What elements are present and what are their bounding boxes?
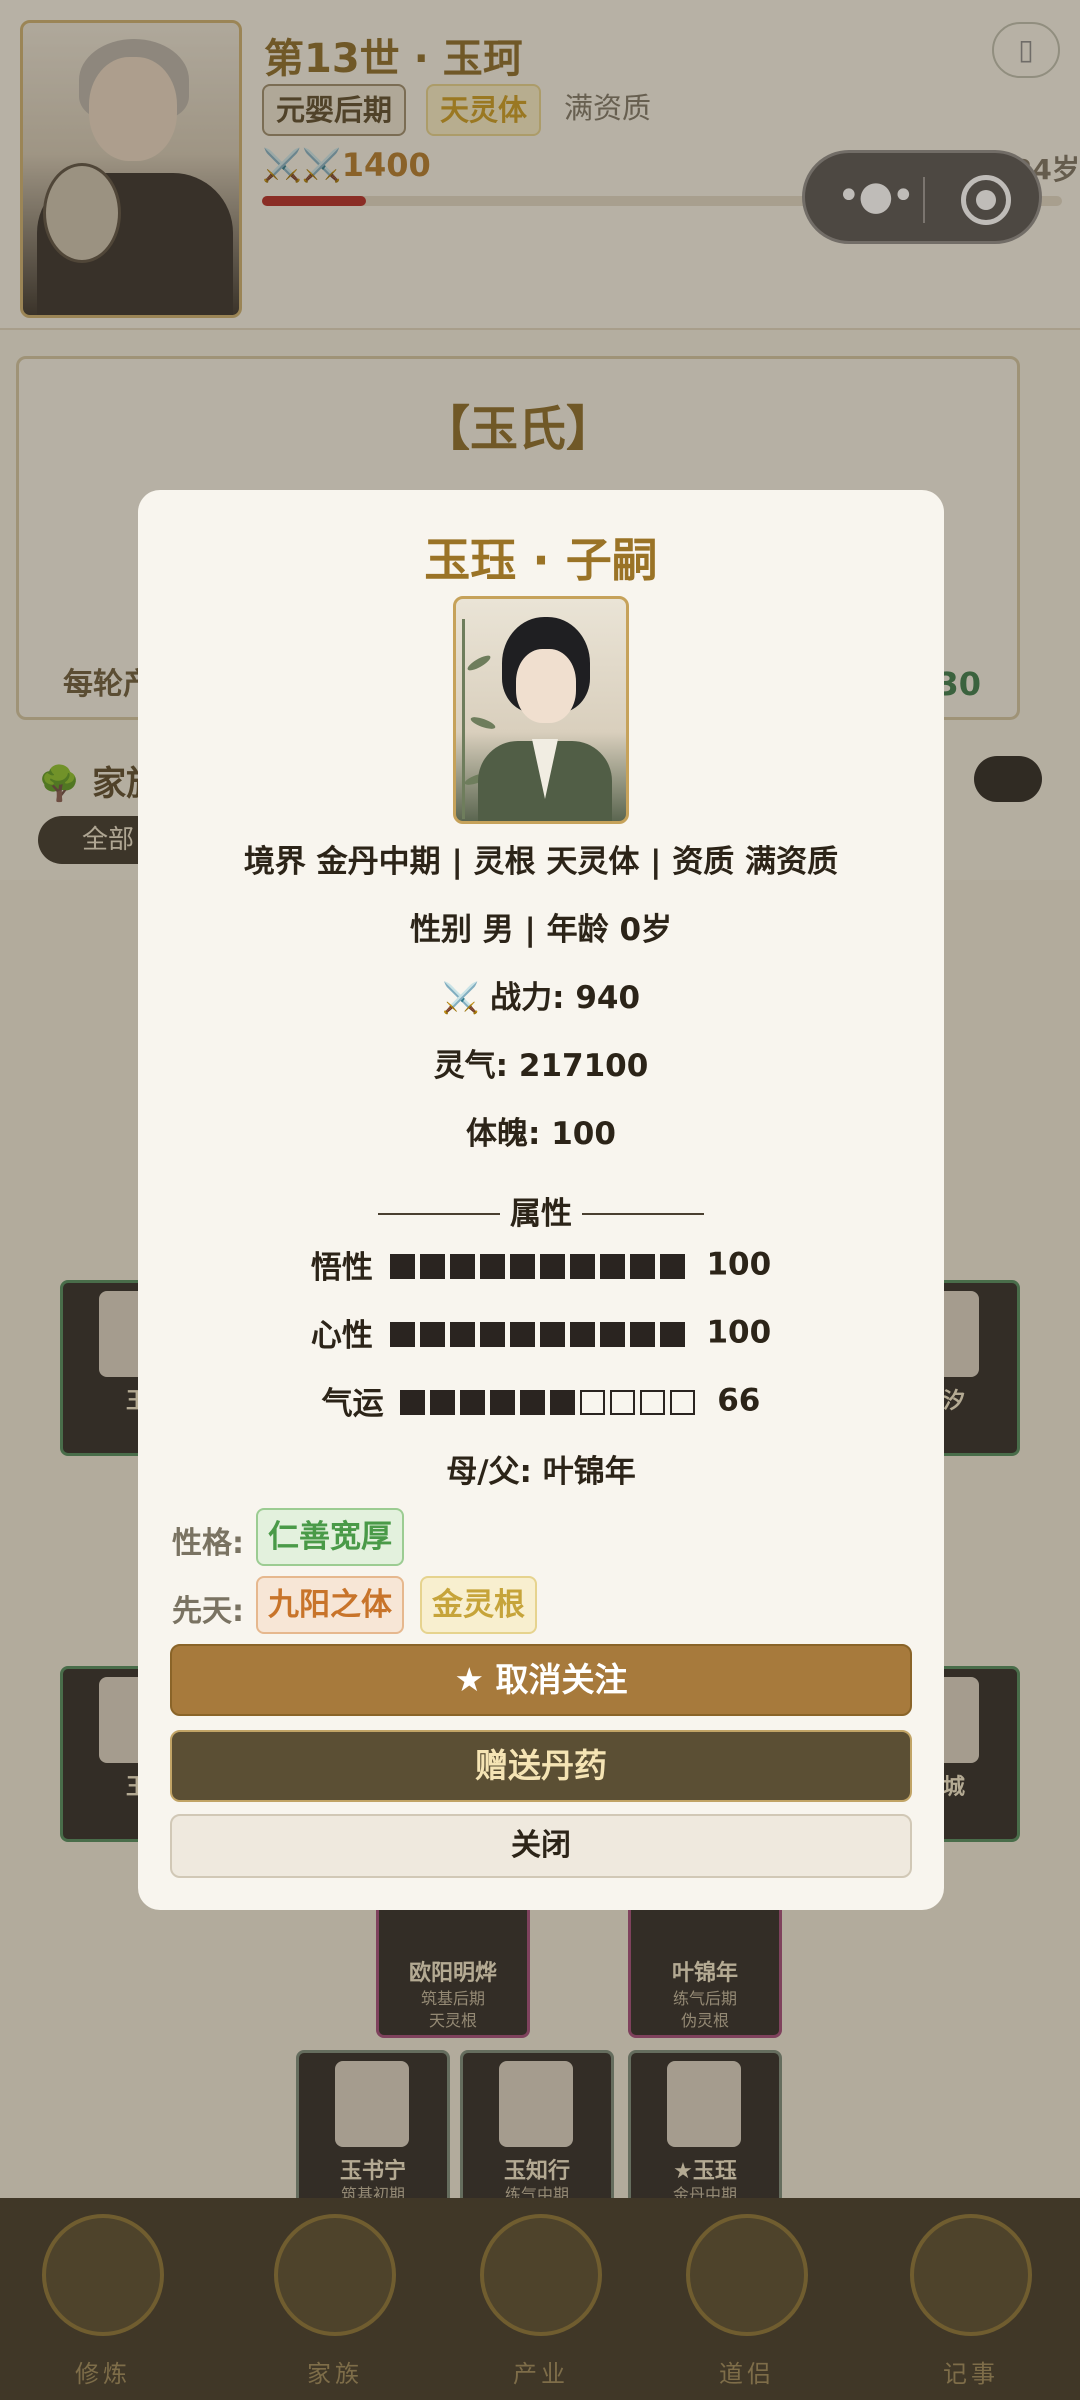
divider-line-right — [582, 1213, 704, 1215]
meter-block-filled — [509, 1321, 535, 1347]
meter-block-filled — [509, 1253, 535, 1279]
spiritual-qi: 灵气: 217100 — [433, 1048, 649, 1084]
attribute-comprehension: 悟性 100 — [138, 1242, 944, 1287]
meter-block-filled — [460, 1389, 486, 1415]
meter-block-filled — [569, 1321, 595, 1347]
meter-block-empty — [640, 1389, 666, 1415]
close-button[interactable]: 关闭 — [170, 1814, 912, 1878]
meter-block-filled — [400, 1389, 426, 1415]
child-detail-modal: 玉珏 · 子嗣 境界 金丹中期 | 灵根 天灵体 | 资质 满资质 性别 男 |… — [138, 490, 944, 1910]
attribute-label: 心性 — [310, 1318, 373, 1354]
meter-block-empty — [610, 1389, 636, 1415]
meter-block-filled — [490, 1389, 516, 1415]
attribute-label: 气运 — [321, 1386, 384, 1422]
cultivation-stats: 境界 金丹中期 | 灵根 天灵体 | 资质 满资质 — [243, 844, 839, 880]
unfollow-button[interactable]: ★ 取消关注 — [170, 1644, 912, 1716]
meter-block-filled — [569, 1253, 595, 1279]
meter-block-filled — [520, 1389, 546, 1415]
meter-block-filled — [430, 1389, 456, 1415]
innate-tag: 九阳之体 — [256, 1576, 404, 1634]
meter-block-filled — [539, 1321, 565, 1347]
child-portrait — [453, 596, 629, 824]
meter-block-filled — [550, 1389, 576, 1415]
meter-block-filled — [449, 1253, 475, 1279]
meter-block-filled — [419, 1321, 445, 1347]
meter-block-filled — [659, 1321, 685, 1347]
meter-block-empty — [580, 1389, 606, 1415]
attribute-meter — [400, 1383, 700, 1419]
meter-block-filled — [389, 1321, 415, 1347]
attribute-meter — [389, 1315, 690, 1351]
meter-block-filled — [599, 1253, 625, 1279]
portrait-face — [516, 649, 576, 723]
power-text: 战力: 940 — [490, 980, 641, 1016]
meter-block-filled — [539, 1253, 565, 1279]
meter-block-empty — [670, 1389, 696, 1415]
meter-block-filled — [479, 1253, 505, 1279]
combat-power: ⚔️ 战力: 940 — [138, 972, 944, 1017]
attribute-temperament: 心性 100 — [138, 1310, 944, 1355]
meter-block-filled — [659, 1253, 685, 1279]
personality-tag: 仁善宽厚 — [256, 1508, 404, 1566]
gift-pill-button[interactable]: 赠送丹药 — [170, 1730, 912, 1802]
meter-block-filled — [599, 1321, 625, 1347]
attribute-value: 100 — [706, 1246, 772, 1283]
swords-icon: ⚔️ — [441, 981, 480, 1016]
innate-tag: 金灵根 — [420, 1576, 537, 1634]
attribute-luck: 气运 66 — [138, 1378, 944, 1423]
parent-info: 母/父: 叶锦年 — [446, 1454, 636, 1490]
attribute-value: 66 — [717, 1382, 761, 1419]
attributes-divider: 属性 — [378, 1194, 704, 1234]
meter-block-filled — [389, 1253, 415, 1279]
meter-block-filled — [449, 1321, 475, 1347]
meter-block-filled — [419, 1253, 445, 1279]
physique: 体魄: 100 — [466, 1116, 616, 1152]
meter-block-filled — [629, 1321, 655, 1347]
gender-age: 性别 男 | 年龄 0岁 — [409, 912, 673, 948]
attribute-meter — [389, 1247, 690, 1283]
innate-label: 先天: — [172, 1594, 244, 1629]
meter-block-filled — [479, 1321, 505, 1347]
meter-block-filled — [629, 1253, 655, 1279]
personality-label: 性格: — [172, 1526, 244, 1561]
attribute-value: 100 — [706, 1314, 772, 1351]
modal-title: 玉珏 · 子嗣 — [424, 533, 658, 587]
attribute-label: 悟性 — [310, 1250, 373, 1286]
